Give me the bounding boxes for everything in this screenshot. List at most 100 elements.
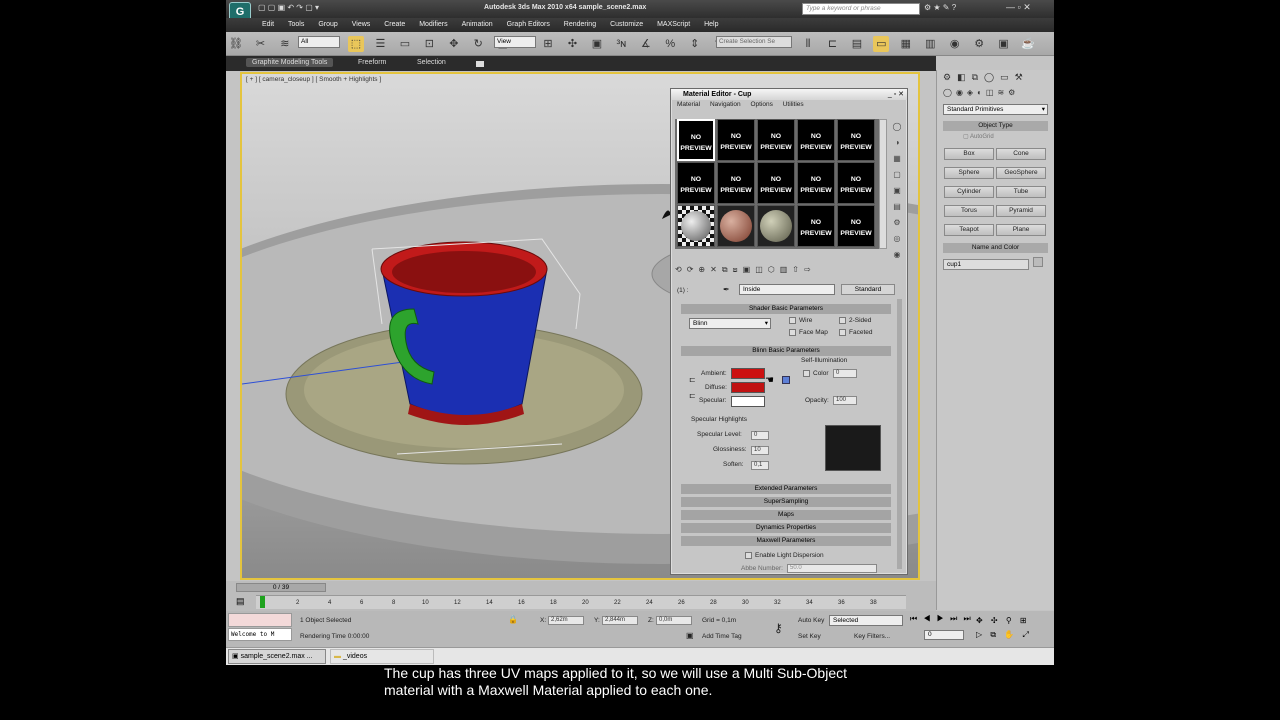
faceted-checkbox[interactable]: [839, 329, 846, 336]
percent-snap-icon[interactable]: %: [662, 36, 678, 52]
effects-icon[interactable]: ◫: [755, 265, 768, 274]
menu-animation[interactable]: Animation: [462, 18, 493, 32]
snap-icon[interactable]: ³ɴ: [613, 36, 629, 52]
sample-slot[interactable]: NO PREVIEW: [837, 205, 875, 247]
object-type-header[interactable]: Object Type: [943, 121, 1048, 131]
abbe-spinner[interactable]: 50.0: [787, 564, 877, 573]
glossiness-spinner[interactable]: 10: [751, 446, 769, 455]
geosphere-button[interactable]: GeoSphere: [996, 167, 1046, 179]
playback-controls[interactable]: ⏮ ◀ ▶ ⏭ ⏭: [910, 614, 973, 624]
render-icon[interactable]: ☕: [1020, 36, 1036, 52]
unique-icon[interactable]: ⧈: [733, 265, 743, 274]
pyramid-button[interactable]: Pyramid: [996, 205, 1046, 217]
align-icon[interactable]: ⊏: [824, 36, 840, 52]
add-time-tag[interactable]: Add Time Tag: [702, 633, 742, 640]
go-parent-icon[interactable]: ⇧: [792, 265, 804, 274]
shader-basic-rollout[interactable]: Shader Basic Parameters: [681, 304, 891, 314]
name-color-header[interactable]: Name and Color: [943, 243, 1048, 253]
tab-freeform[interactable]: Freeform: [358, 59, 386, 66]
schematic-icon[interactable]: ▥: [922, 36, 938, 52]
uv-tiling-icon[interactable]: ▢: [889, 167, 905, 183]
params-scrollbar[interactable]: [897, 299, 902, 569]
show-map-icon[interactable]: ⬡: [768, 265, 780, 274]
primitives-dropdown[interactable]: Standard Primitives ▾: [943, 104, 1048, 115]
assign-icon[interactable]: ⊕: [698, 265, 710, 274]
category-icons[interactable]: ◯◉◈◐◫≋⚙: [937, 86, 1054, 102]
y-coord[interactable]: 2,844m: [602, 616, 638, 625]
object-color-swatch[interactable]: [1033, 256, 1044, 267]
background-icon[interactable]: ▦: [889, 151, 905, 167]
box-button[interactable]: Box: [944, 148, 994, 160]
menu-rendering[interactable]: Rendering: [564, 18, 596, 32]
key-filters-button[interactable]: Key Filters...: [854, 633, 890, 640]
options-icon[interactable]: ⚙: [889, 215, 905, 231]
backlight-icon[interactable]: ◑: [889, 135, 905, 151]
time-slider[interactable]: 0 / 39: [236, 583, 326, 592]
graphite-toggle-icon[interactable]: ▭: [873, 36, 890, 52]
menu-material[interactable]: Material: [677, 101, 700, 108]
supersampling-rollout[interactable]: SuperSampling: [681, 497, 891, 507]
window-controls[interactable]: _ ▫ ✕: [888, 90, 904, 98]
layer-icon[interactable]: ▤: [849, 36, 865, 52]
spinner-snap-icon[interactable]: ⇕: [687, 36, 703, 52]
make-preview-icon[interactable]: ▤: [889, 199, 905, 215]
ref-coord-dropdown[interactable]: View: [494, 36, 536, 48]
lock-selection-icon[interactable]: 🔒: [508, 615, 518, 624]
lock-icon[interactable]: ⊏: [689, 391, 696, 400]
rect-select-icon[interactable]: ▭: [397, 36, 413, 52]
two-sided-checkbox[interactable]: [839, 317, 846, 324]
sample-slot-stone[interactable]: [757, 205, 795, 247]
video-check-icon[interactable]: ▣: [889, 183, 905, 199]
sample-slot[interactable]: NO PREVIEW: [757, 119, 795, 161]
select-by-name-icon[interactable]: ☰: [372, 36, 388, 52]
angle-snap-icon[interactable]: ∡: [638, 36, 654, 52]
menu-graph-editors[interactable]: Graph Editors: [507, 18, 550, 32]
sample-slot[interactable]: NO PREVIEW: [797, 119, 835, 161]
sample-slot-checker[interactable]: [677, 205, 715, 247]
object-name-field[interactable]: cup1: [943, 259, 1029, 270]
menu-views[interactable]: Views: [352, 18, 371, 32]
soften-spinner[interactable]: 0,1: [751, 461, 769, 470]
sample-type-icon[interactable]: ◯: [889, 119, 905, 135]
named-selection-dropdown[interactable]: Create Selection Se: [716, 36, 792, 48]
face-map-checkbox[interactable]: [789, 329, 796, 336]
dynamics-rollout[interactable]: Dynamics Properties: [681, 523, 891, 533]
window-crossing-icon[interactable]: ⊡: [421, 36, 437, 52]
sample-slot[interactable]: NO PREVIEW: [797, 162, 835, 204]
self-illum-color-checkbox[interactable]: [803, 370, 810, 377]
tab-graphite[interactable]: Graphite Modeling Tools: [246, 58, 334, 67]
selection-filter[interactable]: All: [298, 36, 340, 48]
menu-utilities[interactable]: Utilities: [783, 101, 804, 108]
window-controls[interactable]: — ▫ ✕: [1006, 2, 1031, 13]
cylinder-button[interactable]: Cylinder: [944, 186, 994, 198]
library-icon[interactable]: ▣: [743, 265, 756, 274]
unlink-icon[interactable]: ✂: [252, 36, 268, 52]
torus-button[interactable]: Torus: [944, 205, 994, 217]
curve-editor-mini-icon[interactable]: ▤: [236, 596, 245, 607]
rotate-icon[interactable]: ↻: [470, 36, 486, 52]
menu-help[interactable]: Help: [704, 18, 718, 32]
select-icon[interactable]: ⬚: [348, 36, 364, 52]
rendered-frame-icon[interactable]: ▣: [996, 36, 1012, 52]
taskbar-item-videos[interactable]: ▬ _videos: [330, 649, 434, 664]
menu-group[interactable]: Group: [318, 18, 337, 32]
wire-checkbox[interactable]: [789, 317, 796, 324]
menu-modifiers[interactable]: Modifiers: [419, 18, 447, 32]
eyedropper-icon[interactable]: ✒: [723, 285, 730, 294]
material-type-button[interactable]: Standard: [841, 284, 895, 295]
show-end-icon[interactable]: ▥: [780, 265, 793, 274]
pivot-icon[interactable]: ⊞: [540, 36, 556, 52]
slots-scrollbar[interactable]: [879, 119, 887, 249]
extended-params-rollout[interactable]: Extended Parameters: [681, 484, 891, 494]
select-by-mat-icon[interactable]: ◎: [889, 231, 905, 247]
search-field[interactable]: Type a keyword or phrase: [802, 3, 920, 15]
info-icons[interactable]: ⚙ ★ ✎ ?: [924, 3, 956, 12]
panel-tabs[interactable]: ⚙◧⧉◯▭⚒: [937, 70, 1054, 86]
sphere-button[interactable]: Sphere: [944, 167, 994, 179]
autogrid-option[interactable]: ▢ AutoGrid: [943, 133, 1048, 140]
get-material-icon[interactable]: ⟲: [675, 265, 687, 274]
sample-slot[interactable]: NO PREVIEW: [717, 119, 755, 161]
lock-icon[interactable]: ⊏: [689, 375, 696, 384]
sample-slot[interactable]: NO PREVIEW: [717, 162, 755, 204]
teapot-button[interactable]: Teapot: [944, 224, 994, 236]
